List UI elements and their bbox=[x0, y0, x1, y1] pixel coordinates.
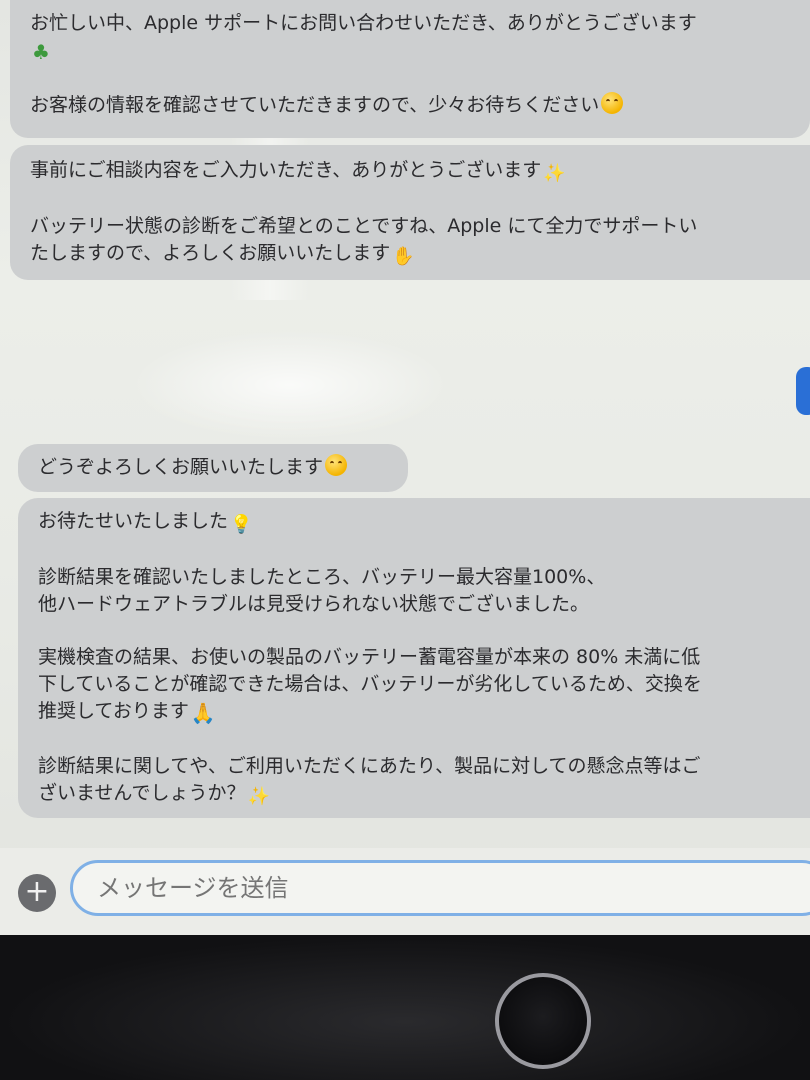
smile-icon bbox=[601, 92, 624, 114]
message-bubble-support-1: お忙しい中、Apple サポートにお問い合わせいただき、ありがとうございます ♣… bbox=[10, 0, 810, 138]
message-text: お待たせいたしました bbox=[38, 510, 229, 532]
smile-icon bbox=[325, 454, 348, 476]
home-button[interactable] bbox=[495, 973, 591, 1069]
message-bubble-support-2: 事前にご相談内容をご入力いただき、ありがとうございます ✨ バッテリー状態の診断を… bbox=[10, 145, 810, 280]
message-text: 実機検査の結果、お使いの製品のバッテリー蓄電容量が本来の 80% 未満に低 bbox=[38, 646, 701, 668]
pray-icon: 🙏 bbox=[190, 701, 216, 725]
sparkle-icon: ✨ bbox=[247, 786, 270, 807]
chat-screen: お忙しい中、Apple サポートにお問い合わせいただき、ありがとうございます ♣… bbox=[0, 0, 810, 935]
message-bubble-support-3: お待たせいたしました 💡 診断結果を確認いたしましたところ、バッテリー最大容量10… bbox=[18, 498, 810, 818]
message-text: 診断結果を確認いたしましたところ、バッテリー最大容量100%、 bbox=[38, 566, 606, 588]
message-text: 診断結果に関してや、ご利用いただくにあたり、製品に対しての懸念点等はご bbox=[38, 755, 701, 777]
message-text: お客様の情報を確認させていただきますので、少々お待ちください bbox=[30, 94, 600, 116]
add-attachment-button[interactable]: + bbox=[18, 874, 56, 912]
handshake-icon: ✋ bbox=[392, 246, 415, 267]
composer-bar: + bbox=[0, 848, 810, 935]
side-tab[interactable] bbox=[796, 367, 810, 415]
lightbulb-icon: 💡 bbox=[230, 514, 253, 535]
screen-glare bbox=[130, 330, 450, 440]
message-text: お忙しい中、Apple サポートにお問い合わせいただき、ありがとうございます bbox=[30, 12, 697, 34]
message-text: 他ハードウェアトラブルは見受けられない状態でございました。 bbox=[38, 593, 590, 615]
message-text: ざいませんでしょうか？ bbox=[38, 782, 246, 804]
plus-icon: + bbox=[24, 874, 50, 909]
message-text: たしますので、よろしくお願いいたします bbox=[30, 242, 391, 264]
message-text: どうぞよろしくお願いいたします bbox=[38, 456, 324, 478]
message-text: 事前にご相談内容をご入力いただき、ありがとうございます bbox=[30, 159, 542, 181]
message-text: 下していることが確認できた場合は、バッテリーが劣化しているため、交換を bbox=[38, 673, 702, 695]
message-input[interactable] bbox=[70, 860, 810, 916]
clover-icon: ♣ bbox=[32, 40, 50, 64]
device-bezel bbox=[0, 935, 810, 1080]
message-text: 推奨しております bbox=[38, 700, 189, 722]
message-bubble-user: どうぞよろしくお願いいたします bbox=[18, 444, 408, 492]
sparkle-icon: ✨ bbox=[543, 163, 566, 184]
message-text: バッテリー状態の診断をご希望とのことですね、Apple にて全力でサポートい bbox=[30, 215, 698, 237]
